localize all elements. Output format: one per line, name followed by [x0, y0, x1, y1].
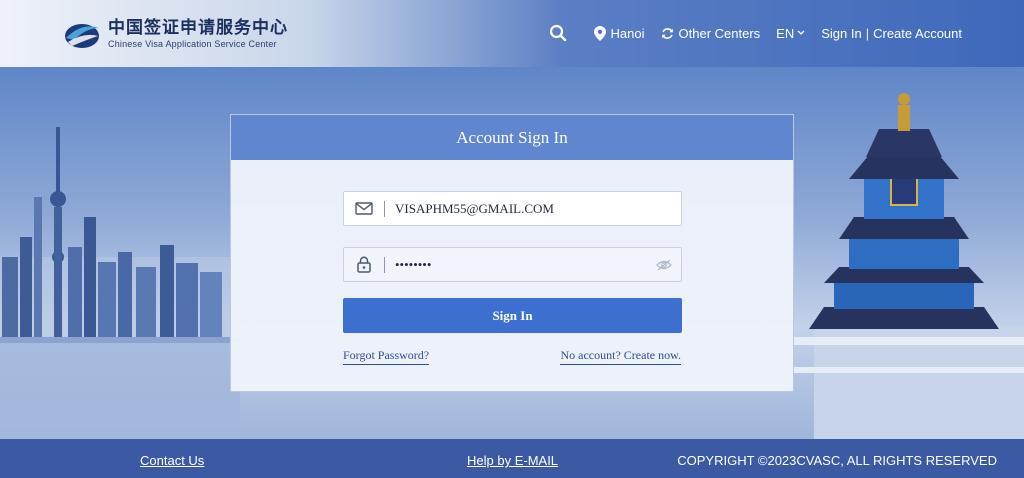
site-header: 中国签证申请服务中心 Chinese Visa Application Serv… — [0, 0, 1024, 67]
contact-us-link[interactable]: Contact Us — [140, 453, 204, 468]
site-footer: Contact Us Help by E-MAIL COPYRIGHT ©202… — [0, 439, 1024, 478]
city-skyline-illustration — [0, 127, 240, 439]
create-account-now-link[interactable]: No account? Create now. — [560, 348, 681, 365]
sign-in-button[interactable]: Sign In — [343, 298, 682, 333]
refresh-icon — [661, 27, 673, 39]
search-icon — [549, 24, 566, 42]
temple-of-heaven-illustration — [794, 93, 1024, 439]
site-logo[interactable]: 中国签证申请服务中心 Chinese Visa Application Serv… — [62, 14, 288, 54]
search-button[interactable] — [549, 24, 572, 42]
mail-icon — [344, 202, 384, 215]
other-centers-link[interactable]: Other Centers — [661, 25, 761, 41]
top-nav: Hanoi Other Centers EN Sign In | Create … — [533, 24, 962, 42]
location-selector[interactable]: Hanoi — [593, 25, 645, 41]
chevron-down-icon — [797, 30, 805, 35]
email-field[interactable]: VISAPHM55@GMAIL.COM — [343, 191, 682, 226]
sign-in-link[interactable]: Sign In — [821, 26, 861, 41]
logo-text-chinese: 中国签证申请服务中心 — [108, 18, 288, 38]
forgot-password-link[interactable]: Forgot Password? — [343, 348, 430, 365]
logo-text-english: Chinese Visa Application Service Center — [108, 39, 277, 49]
nav-separator: | — [865, 25, 870, 41]
password-field[interactable]: •••••••• — [343, 247, 682, 282]
help-by-email-link[interactable]: Help by E-MAIL — [467, 453, 558, 468]
lock-icon — [344, 256, 384, 273]
other-centers-label: Other Centers — [678, 25, 761, 41]
field-divider — [384, 256, 385, 273]
create-account-link[interactable]: Create Account — [873, 26, 962, 41]
language-label: EN — [776, 25, 795, 41]
location-label: Hanoi — [610, 25, 645, 41]
card-header: Account Sign In — [231, 115, 793, 160]
language-selector[interactable]: EN — [776, 26, 805, 41]
email-input-value[interactable]: VISAPHM55@GMAIL.COM — [395, 201, 681, 217]
card-title: Account Sign In — [456, 127, 568, 147]
password-input-value[interactable]: •••••••• — [395, 257, 681, 273]
map-pin-icon — [593, 25, 606, 41]
copyright-text: COPYRIGHT ©2023CVASC, ALL RIGHTS RESERVE… — [677, 453, 997, 468]
field-divider — [384, 200, 385, 217]
sign-in-card: Account Sign In VISAPHM55@GMAIL.COM ••••… — [230, 114, 794, 392]
logo-emblem-icon — [62, 14, 102, 54]
eye-icon[interactable] — [656, 258, 672, 276]
